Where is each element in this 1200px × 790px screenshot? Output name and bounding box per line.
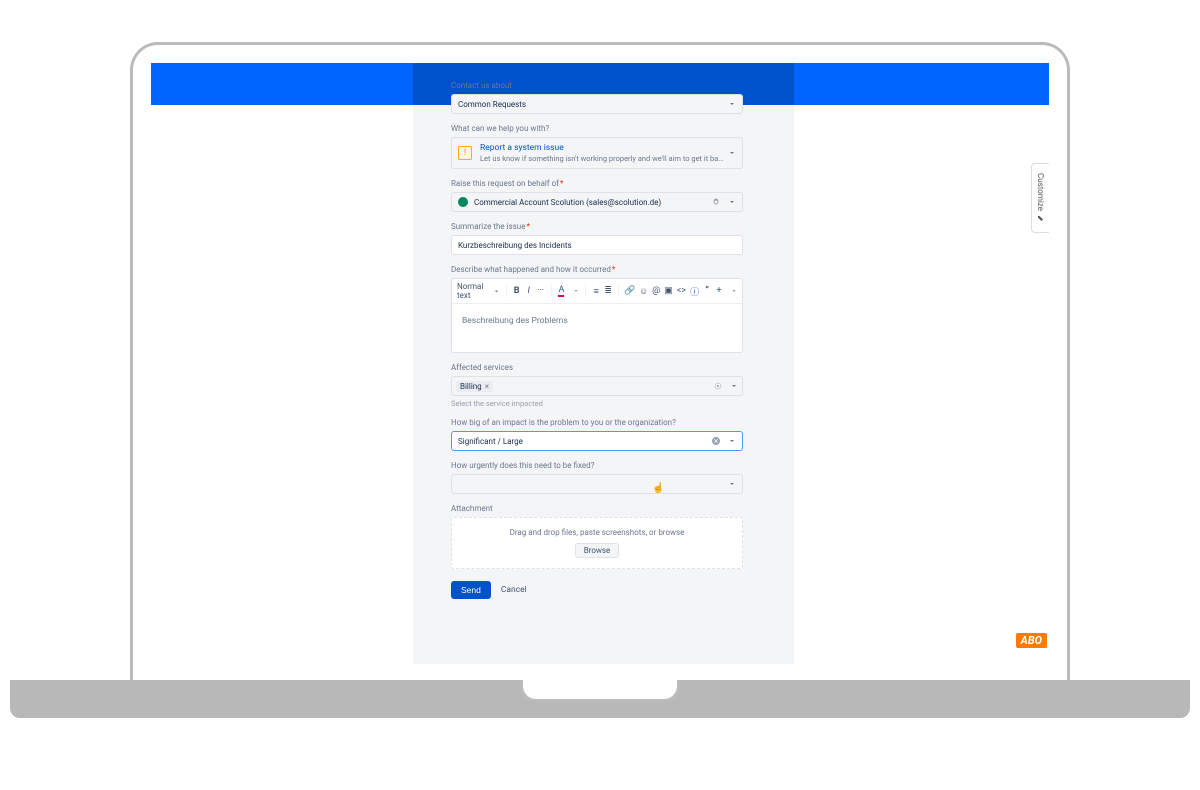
clear-icon[interactable] (712, 437, 720, 445)
contact-select[interactable]: Common Requests (451, 94, 743, 114)
more-formatting-icon[interactable]: ··· (537, 286, 545, 296)
mention-icon[interactable]: @ (652, 286, 660, 296)
chevron-down-icon (728, 480, 736, 488)
behalf-value: Commercial Account Scolution (sales@scol… (474, 198, 712, 207)
services-select[interactable]: Billing × (451, 376, 743, 396)
emoji-icon[interactable]: ☺ (639, 286, 648, 296)
screen: Customize ABO Contact us about Common Re… (151, 63, 1049, 664)
laptop-notch (520, 680, 680, 702)
gear-icon[interactable] (714, 382, 722, 390)
image-icon[interactable]: ▣ (664, 286, 673, 296)
code-icon[interactable]: <> (677, 286, 686, 296)
info-icon[interactable]: ⓘ (690, 286, 699, 296)
request-form: Contact us about Common Requests What ca… (451, 71, 743, 664)
impact-label: How big of an impact is the problem to y… (451, 418, 743, 427)
summary-input[interactable]: Kurzbeschreibung des Incidents (451, 235, 743, 255)
summary-value: Kurzbeschreibung des Incidents (458, 241, 572, 250)
description-editor[interactable]: Normal text B I ··· A ≡ ≣ 🔗 ☺ (451, 278, 743, 353)
chip-remove-icon[interactable]: × (485, 382, 489, 391)
abo-badge: ABO (1016, 633, 1047, 648)
browse-button[interactable]: Browse (575, 543, 620, 558)
attachment-label: Attachment (451, 504, 743, 513)
behalf-select[interactable]: Commercial Account Scolution (sales@scol… (451, 192, 743, 212)
pointer-cursor-icon: ☝ (652, 483, 664, 494)
pencil-icon (1037, 215, 1045, 223)
editor-toolbar: Normal text B I ··· A ≡ ≣ 🔗 ☺ (452, 279, 742, 304)
left-sidebar-placeholder (151, 63, 413, 664)
summary-label: Summarize the issue (451, 222, 743, 231)
text-color-icon[interactable]: A (557, 286, 565, 296)
help-label: What can we help you with? (451, 124, 743, 133)
link-icon[interactable]: 🔗 (625, 286, 635, 296)
right-panel-placeholder (794, 63, 1049, 664)
send-button[interactable]: Send (451, 581, 491, 599)
chevron-down-icon (728, 149, 736, 157)
quote-icon[interactable]: ” (703, 286, 711, 296)
request-type-desc: Let us know if something isn't working p… (480, 154, 724, 163)
text-style-dropdown[interactable]: Normal text (457, 282, 500, 300)
urgency-select[interactable]: ☝ (451, 474, 743, 494)
customize-tab[interactable]: Customize (1031, 163, 1049, 233)
cancel-button[interactable]: Cancel (501, 585, 527, 595)
numbered-list-icon[interactable]: ≣ (604, 286, 612, 296)
bold-icon[interactable]: B (513, 286, 521, 296)
urgency-label: How urgently does this need to be fixed? (451, 461, 743, 470)
chevron-down-icon (730, 382, 738, 390)
italic-icon[interactable]: I (525, 286, 533, 296)
gear-icon[interactable] (712, 198, 720, 206)
attachment-dropzone[interactable]: Drag and drop files, paste screenshots, … (451, 517, 743, 569)
impact-select[interactable]: Significant / Large (451, 431, 743, 451)
insert-more-icon[interactable]: + (715, 286, 723, 296)
chevron-down-icon (728, 437, 736, 445)
chevron-down-icon (573, 288, 579, 294)
chevron-down-icon (728, 198, 736, 206)
service-chip: Billing × (456, 381, 493, 392)
customize-label: Customize (1036, 173, 1045, 211)
services-helper: Select the service impacted (451, 399, 743, 408)
chevron-down-icon (493, 288, 500, 295)
laptop-frame: Customize ABO Contact us about Common Re… (130, 42, 1070, 682)
behalf-label: Raise this request on behalf of (451, 179, 743, 188)
request-type-select[interactable]: ! Report a system issue Let us know if s… (451, 137, 743, 169)
avatar (458, 197, 468, 207)
editor-content[interactable]: Beschreibung des Problems (452, 304, 742, 352)
impact-value: Significant / Large (458, 437, 712, 446)
chevron-down-icon (728, 100, 736, 108)
dropzone-text: Drag and drop files, paste screenshots, … (460, 528, 734, 537)
contact-value: Common Requests (458, 100, 724, 109)
contact-label: Contact us about (451, 81, 743, 90)
describe-label: Describe what happened and how it occurr… (451, 265, 743, 274)
services-label: Affected services (451, 363, 743, 372)
bullet-list-icon[interactable]: ≡ (592, 286, 600, 296)
warning-icon: ! (458, 146, 472, 160)
request-type-title: Report a system issue (480, 143, 724, 153)
chevron-down-icon (731, 288, 737, 294)
